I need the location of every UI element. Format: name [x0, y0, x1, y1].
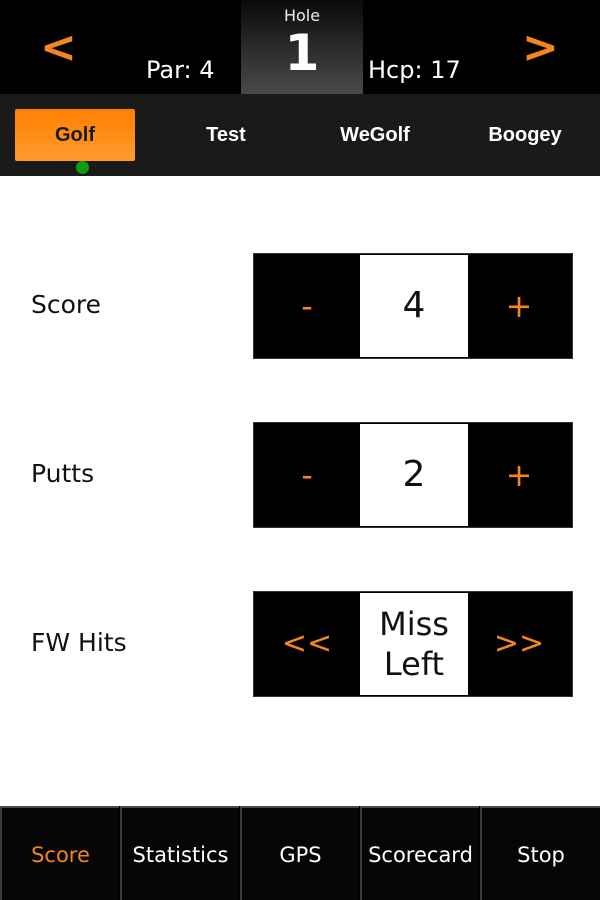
- score-stepper: - 4 +: [253, 253, 573, 359]
- tab-player-test[interactable]: Test: [166, 109, 286, 161]
- fw-hits-value-line2: Left: [383, 645, 445, 683]
- putts-increment-button[interactable]: +: [466, 423, 572, 527]
- tab-player-golf[interactable]: Golf: [15, 109, 135, 161]
- nav-scorecard[interactable]: Scorecard: [360, 806, 479, 900]
- player-tabs: Golf Test WeGolf Boogey: [0, 94, 600, 176]
- handicap-text: Hcp: 17: [368, 56, 461, 84]
- hole-label: Hole: [283, 6, 321, 25]
- bottom-navigation: Score Statistics GPS Scorecard Stop: [0, 806, 600, 900]
- fw-hits-label: FW Hits: [31, 628, 127, 657]
- nav-gps[interactable]: GPS: [240, 806, 359, 900]
- nav-score[interactable]: Score: [0, 806, 119, 900]
- fw-hits-previous-button[interactable]: <<: [254, 592, 360, 696]
- nav-stop[interactable]: Stop: [480, 806, 600, 900]
- score-value: 4: [360, 255, 468, 357]
- score-increment-button[interactable]: +: [466, 254, 572, 358]
- tab-player-boogey[interactable]: Boogey: [465, 109, 585, 161]
- putts-value: 2: [360, 424, 468, 526]
- hole-header: < Par: 4 Hole 1 Hcp: 17 >: [0, 0, 600, 94]
- fw-hits-next-button[interactable]: >>: [466, 592, 572, 696]
- nav-statistics[interactable]: Statistics: [120, 806, 239, 900]
- putts-label: Putts: [31, 459, 95, 488]
- tab-player-wegolf[interactable]: WeGolf: [315, 109, 435, 161]
- putts-stepper: - 2 +: [253, 422, 573, 528]
- hole-indicator: Hole 1: [241, 0, 363, 94]
- score-label: Score: [31, 290, 102, 319]
- active-player-indicator: [76, 161, 89, 174]
- hole-number: 1: [284, 24, 320, 82]
- fw-hits-value-line1: Miss: [379, 605, 449, 643]
- previous-hole-button[interactable]: <: [40, 18, 77, 78]
- fw-hits-selector: << Miss Left >>: [253, 591, 573, 697]
- par-text: Par: 4: [146, 56, 215, 84]
- next-hole-button[interactable]: >: [522, 18, 559, 78]
- fw-hits-value: Miss Left: [360, 593, 468, 695]
- score-decrement-button[interactable]: -: [254, 254, 360, 358]
- putts-decrement-button[interactable]: -: [254, 423, 360, 527]
